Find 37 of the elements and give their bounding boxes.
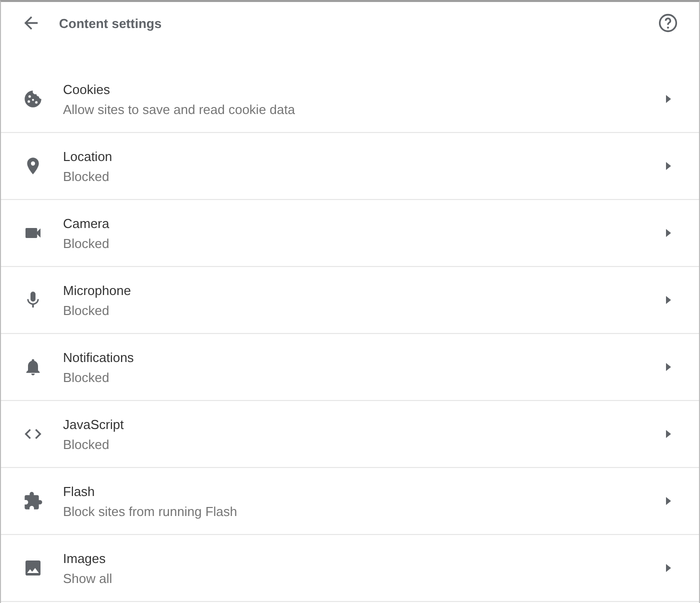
settings-row[interactable]: JavaScript Blocked xyxy=(1,401,699,468)
chevron-right-icon xyxy=(663,94,673,104)
setting-status: Show all xyxy=(63,570,114,586)
chevron-right-icon xyxy=(663,496,673,506)
setting-title: Microphone xyxy=(63,282,132,298)
settings-row[interactable]: Microphone Blocked xyxy=(1,267,699,334)
settings-row[interactable]: Flash Block sites from running Flash xyxy=(1,468,699,535)
setting-status: Blocked xyxy=(63,370,110,384)
setting-status: Block sites from running Flash xyxy=(63,504,238,518)
chevron-right-icon xyxy=(663,429,673,439)
setting-status: Blocked xyxy=(63,436,110,452)
settings-row[interactable]: Camera Blocked xyxy=(1,200,699,267)
setting-title: JavaScript xyxy=(63,416,125,432)
setting-title: Location xyxy=(63,148,114,164)
setting-status: Blocked xyxy=(63,302,110,318)
chevron-right-icon xyxy=(663,563,673,573)
setting-title: Notifications xyxy=(63,350,135,364)
chevron-right-icon xyxy=(663,362,673,372)
image-icon xyxy=(23,558,43,578)
setting-status: Blocked xyxy=(63,168,110,184)
page-title: Content settings xyxy=(59,16,163,30)
setting-status: Allow sites to save and read cookie data xyxy=(63,102,296,116)
help-icon[interactable] xyxy=(657,12,679,34)
cookie-icon xyxy=(23,89,43,109)
puzzle-piece-icon xyxy=(23,491,43,511)
setting-title: Cookies xyxy=(63,82,111,96)
setting-title: Images xyxy=(63,550,107,566)
setting-title: Camera xyxy=(63,216,110,230)
settings-row[interactable]: Notifications Blocked xyxy=(1,334,699,401)
chevron-right-icon xyxy=(663,161,673,171)
chevron-right-icon xyxy=(663,228,673,238)
settings-row[interactable]: Images Show all xyxy=(1,535,699,602)
setting-status: Blocked xyxy=(63,236,110,250)
settings-row[interactable]: Cookies Allow sites to save and read cookie data xyxy=(1,66,699,133)
settings-row[interactable]: Location Blocked xyxy=(1,133,699,200)
setting-title: Flash xyxy=(63,484,96,498)
chevron-right-icon xyxy=(663,295,673,305)
